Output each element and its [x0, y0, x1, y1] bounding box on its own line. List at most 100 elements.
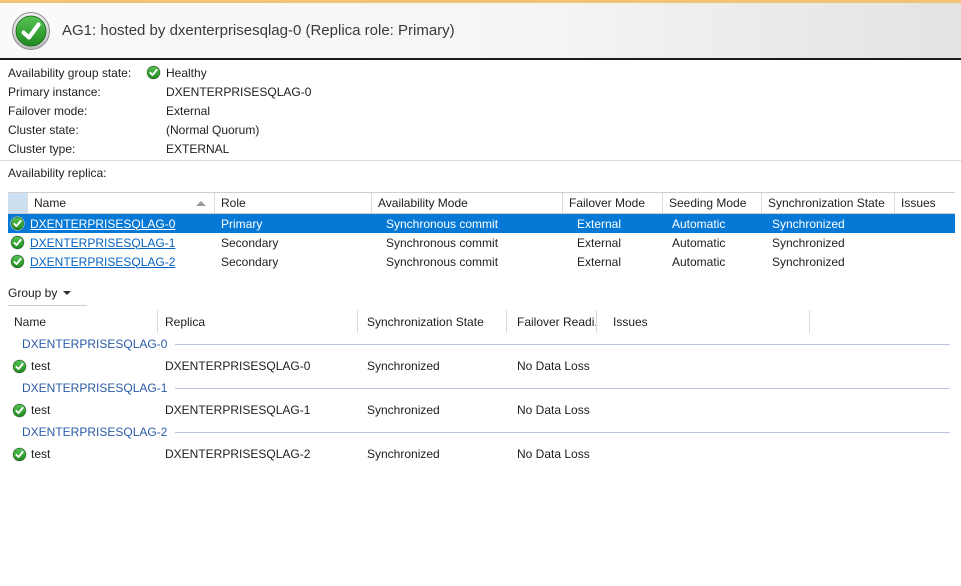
database-name: test — [31, 359, 50, 373]
row-status-check-icon — [8, 254, 28, 269]
column-header-name[interactable]: Name — [8, 310, 158, 333]
icon-spacer — [146, 141, 166, 156]
group-header-2[interactable]: DXENTERPRISESQLAG-2 — [8, 421, 955, 443]
page-title: AG1: hosted by dxenterprisesqlag-0 (Repl… — [62, 22, 455, 39]
database-row[interactable]: test DXENTERPRISESQLAG-2 Synchronized No… — [8, 443, 955, 465]
replica-synchronization-state: Synchronized — [762, 236, 895, 250]
column-header-synchronization-state[interactable]: Synchronization State — [358, 310, 507, 333]
column-header-availability-mode[interactable]: Availability Mode — [372, 193, 563, 213]
database-failover-readiness: No Data Loss — [507, 403, 597, 417]
summary-row-cluster-type: Cluster type: EXTERNAL — [8, 139, 311, 158]
column-header-label: Seeding Mode — [669, 196, 746, 210]
summary-row-failover-mode: Failover mode: External — [8, 101, 311, 120]
summary-label: Cluster type: — [8, 142, 146, 156]
column-header-role[interactable]: Role — [215, 193, 372, 213]
database-replica: DXENTERPRISESQLAG-1 — [158, 403, 358, 417]
group-rule-line — [175, 432, 950, 433]
availability-replica-label: Availability replica: — [8, 166, 107, 180]
replica-synchronization-state: Synchronized — [762, 255, 895, 269]
summary-label: Primary instance: — [8, 85, 146, 99]
column-header-seeding-mode[interactable]: Seeding Mode — [663, 193, 762, 213]
database-replica: DXENTERPRISESQLAG-0 — [158, 359, 358, 373]
ag-state-value: Healthy — [166, 66, 207, 80]
replica-seeding-mode: Automatic — [663, 217, 762, 231]
column-header-name[interactable]: Name — [28, 193, 215, 213]
column-header-label: Issues — [613, 315, 648, 329]
healthy-check-icon — [146, 65, 166, 80]
replica-synchronization-state: Synchronized — [762, 217, 895, 231]
database-row[interactable]: test DXENTERPRISESQLAG-1 Synchronized No… — [8, 399, 955, 421]
icon-spacer — [146, 84, 166, 99]
dashboard-header: AG1: hosted by dxenterprisesqlag-0 (Repl… — [0, 0, 961, 60]
column-header-label: Synchronization State — [768, 196, 885, 210]
replica-availability-mode: Synchronous commit — [372, 217, 563, 231]
success-check-icon — [12, 12, 50, 50]
failover-mode-value: External — [166, 104, 210, 118]
row-status-check-icon — [8, 235, 28, 250]
database-failover-readiness: No Data Loss — [507, 447, 597, 461]
column-header-label: Name — [14, 315, 46, 329]
replica-link[interactable]: DXENTERPRISESQLAG-2 — [30, 255, 175, 269]
column-header-label: Failover Mode — [569, 196, 645, 210]
icon-spacer — [146, 103, 166, 118]
column-header-label: Role — [221, 196, 246, 210]
availability-replicas-table: Name Role Availability Mode Failover Mod… — [8, 192, 955, 271]
replica-row-2[interactable]: DXENTERPRISESQLAG-2 Secondary Synchronou… — [8, 252, 955, 271]
column-header-issues[interactable]: Issues — [597, 310, 810, 333]
ag-summary: Availability group state: Healthy Primar… — [8, 63, 311, 158]
summary-label: Failover mode: — [8, 104, 146, 118]
column-header-failover-mode[interactable]: Failover Mode — [563, 193, 663, 213]
replica-failover-mode: External — [563, 255, 663, 269]
column-header-synchronization-state[interactable]: Synchronization State — [762, 193, 895, 213]
replica-link[interactable]: DXENTERPRISESQLAG-1 — [30, 236, 175, 250]
column-header-failover-readiness[interactable]: Failover Readi... — [507, 310, 597, 333]
group-name: DXENTERPRISESQLAG-0 — [8, 337, 167, 351]
column-header-filler — [810, 310, 955, 333]
column-header-label: Failover Readi... — [517, 315, 597, 329]
databases-table-header: Name Replica Synchronization State Failo… — [8, 310, 955, 333]
column-header-issues[interactable]: Issues — [895, 193, 955, 213]
icon-spacer — [146, 122, 166, 137]
database-row[interactable]: test DXENTERPRISESQLAG-0 Synchronized No… — [8, 355, 955, 377]
row-status-check-icon — [8, 216, 28, 231]
replica-failover-mode: External — [563, 217, 663, 231]
column-header-label: Availability Mode — [378, 196, 468, 210]
group-header-0[interactable]: DXENTERPRISESQLAG-0 — [8, 333, 955, 355]
select-all-corner[interactable] — [8, 193, 28, 213]
group-by-dropdown[interactable]: Group by — [8, 280, 87, 306]
database-synchronization-state: Synchronized — [358, 359, 507, 373]
replica-role: Primary — [215, 217, 372, 231]
replica-role: Secondary — [215, 236, 372, 250]
column-header-label: Issues — [901, 196, 936, 210]
replica-row-1[interactable]: DXENTERPRISESQLAG-1 Secondary Synchronou… — [8, 233, 955, 252]
database-synchronization-state: Synchronized — [358, 447, 507, 461]
primary-instance-value: DXENTERPRISESQLAG-0 — [166, 85, 311, 99]
replica-seeding-mode: Automatic — [663, 255, 762, 269]
replica-row-0[interactable]: DXENTERPRISESQLAG-0 Primary Synchronous … — [8, 214, 955, 233]
summary-label: Cluster state: — [8, 123, 146, 137]
cluster-type-value: EXTERNAL — [166, 142, 229, 156]
database-name: test — [31, 403, 50, 417]
group-name: DXENTERPRISESQLAG-2 — [8, 425, 167, 439]
column-header-replica[interactable]: Replica — [158, 310, 358, 333]
group-rule-line — [175, 344, 950, 345]
db-status-check-icon — [12, 447, 27, 462]
summary-row-state: Availability group state: Healthy — [8, 63, 311, 82]
replica-availability-mode: Synchronous commit — [372, 255, 563, 269]
db-status-check-icon — [12, 359, 27, 374]
database-name: test — [31, 447, 50, 461]
replicas-table-header: Name Role Availability Mode Failover Mod… — [8, 192, 955, 214]
replica-failover-mode: External — [563, 236, 663, 250]
column-header-label: Name — [34, 196, 66, 210]
column-header-label: Synchronization State — [367, 315, 484, 329]
database-failover-readiness: No Data Loss — [507, 359, 597, 373]
replica-link[interactable]: DXENTERPRISESQLAG-0 — [30, 217, 175, 231]
chevron-down-icon — [63, 291, 71, 295]
replica-role: Secondary — [215, 255, 372, 269]
cluster-state-value: (Normal Quorum) — [166, 123, 259, 137]
database-synchronization-state: Synchronized — [358, 403, 507, 417]
sort-ascending-icon — [196, 201, 206, 206]
databases-table: Name Replica Synchronization State Failo… — [8, 310, 955, 465]
summary-row-cluster-state: Cluster state: (Normal Quorum) — [8, 120, 311, 139]
group-header-1[interactable]: DXENTERPRISESQLAG-1 — [8, 377, 955, 399]
